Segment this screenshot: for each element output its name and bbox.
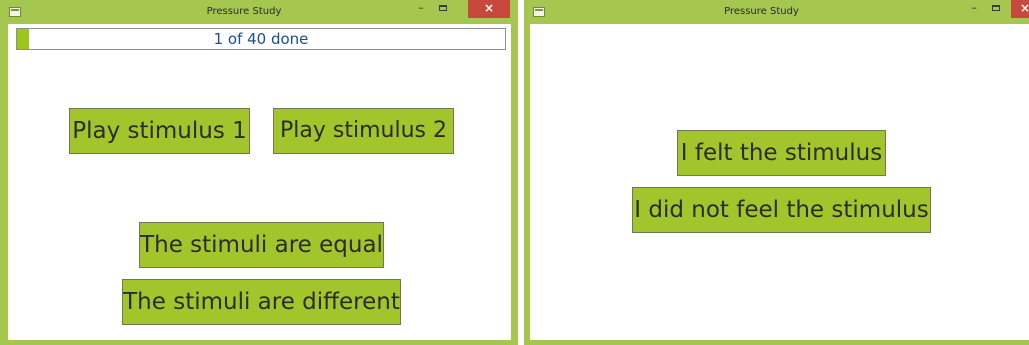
- stimuli-equal-button[interactable]: The stimuli are equal: [139, 222, 384, 268]
- progress-label: 1 of 40 done: [213, 30, 309, 48]
- maximize-icon[interactable]: [432, 0, 454, 18]
- close-icon[interactable]: ×: [468, 0, 510, 18]
- pressure-study-window-comparison: Pressure Study – × 1 of 40 done Play sti…: [0, 0, 518, 345]
- window-content: 1 of 40 done Play stimulus 1 Play stimul…: [8, 24, 511, 340]
- window-title: Pressure Study: [206, 6, 282, 17]
- title-bar[interactable]: Pressure Study – ×: [524, 0, 1029, 24]
- play-stimulus-2-button[interactable]: Play stimulus 2: [273, 108, 454, 154]
- pressure-study-window-detection: Pressure Study – × I felt the stimulus I…: [524, 0, 1029, 345]
- maximize-icon[interactable]: [985, 0, 1007, 18]
- app-icon[interactable]: [9, 7, 21, 17]
- window-title: Pressure Study: [724, 6, 799, 17]
- minimize-icon[interactable]: –: [963, 0, 985, 18]
- progress-bar: 1 of 40 done: [16, 28, 506, 50]
- stimuli-different-button[interactable]: The stimuli are different: [122, 279, 401, 325]
- minimize-icon[interactable]: –: [410, 0, 432, 18]
- close-icon[interactable]: ×: [1011, 0, 1029, 18]
- play-stimulus-1-button[interactable]: Play stimulus 1: [69, 108, 250, 154]
- felt-stimulus-button[interactable]: I felt the stimulus: [677, 130, 886, 176]
- title-bar[interactable]: Pressure Study – ×: [0, 0, 518, 24]
- did-not-feel-stimulus-button[interactable]: I did not feel the stimulus: [632, 187, 931, 233]
- window-content: I felt the stimulus I did not feel the s…: [530, 24, 1029, 340]
- app-icon[interactable]: [533, 7, 545, 17]
